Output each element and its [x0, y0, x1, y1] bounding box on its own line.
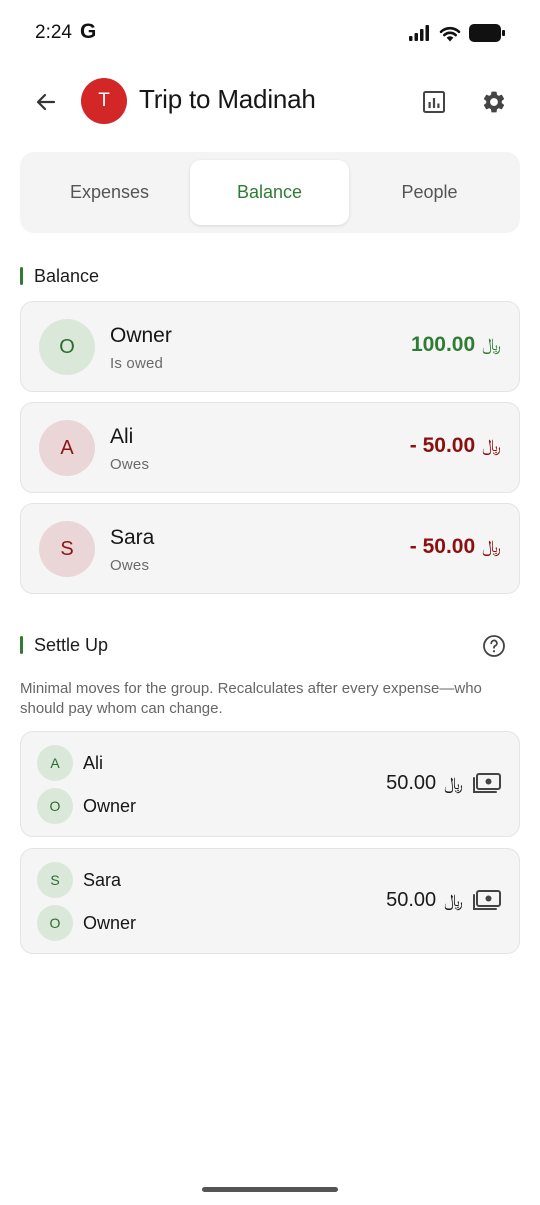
cash-payment-icon	[473, 890, 501, 910]
app-bar: T Trip to Madinah	[0, 72, 540, 132]
member-name: Owner	[110, 324, 172, 347]
riyal-currency-icon: ﷼	[482, 537, 501, 557]
payer-name: Sara	[83, 869, 122, 890]
payee-row: O Owner	[37, 788, 136, 824]
riyal-currency-icon: ﷼	[444, 890, 463, 911]
balance-status: Owes	[110, 557, 150, 574]
help-circle-icon	[483, 635, 505, 657]
member-name: Ali	[110, 425, 134, 448]
cash-payment-icon	[473, 773, 501, 793]
riyal-currency-icon: ﷼	[482, 335, 501, 355]
home-indicator[interactable]	[202, 1187, 338, 1192]
record-payment-button[interactable]	[471, 770, 503, 798]
payer-row: A Ali	[37, 745, 103, 781]
back-arrow-icon	[36, 93, 56, 111]
balance-card-ali[interactable]: A Ali Owes - 50.00 ﷼	[20, 402, 520, 493]
avatar: O	[37, 905, 73, 941]
avatar: O	[37, 788, 73, 824]
amount-value: 50.00	[386, 772, 437, 794]
stats-button[interactable]	[414, 82, 454, 122]
amount-value: - 50.00	[409, 535, 476, 558]
settle-amount: 50.00 ﷼	[386, 772, 463, 795]
avatar: S	[39, 521, 95, 577]
back-button[interactable]	[26, 82, 66, 122]
section-accent-bar	[20, 636, 23, 654]
balance-amount: - 50.00 ﷼	[410, 535, 501, 559]
member-name: Sara	[110, 526, 155, 549]
status-icons	[409, 22, 505, 44]
settle-section-title: Settle Up	[34, 634, 109, 655]
tab-bar: Expenses Balance People	[20, 152, 520, 233]
google-icon: G	[80, 20, 97, 43]
balance-amount: 100.00 ﷼	[411, 333, 501, 357]
settle-section-header: Settle Up	[20, 634, 108, 656]
balance-status: Owes	[110, 456, 150, 473]
balance-section-header: Balance	[20, 265, 99, 287]
tab-balance[interactable]: Balance	[190, 160, 349, 225]
payee-name: Owner	[83, 912, 137, 933]
balance-section-title: Balance	[34, 265, 100, 286]
tab-expenses[interactable]: Expenses	[30, 160, 189, 225]
avatar: S	[37, 862, 73, 898]
settings-button[interactable]	[474, 82, 514, 122]
amount-value: - 50.00	[409, 434, 476, 457]
riyal-currency-icon: ﷼	[482, 436, 501, 456]
gear-icon	[483, 91, 505, 113]
riyal-currency-icon: ﷼	[444, 773, 463, 794]
balance-amount: - 50.00 ﷼	[410, 434, 501, 458]
payer-name: Ali	[83, 752, 104, 773]
stats-chart-icon	[423, 91, 445, 113]
avatar: A	[39, 420, 95, 476]
section-accent-bar	[20, 267, 23, 285]
battery-icon	[469, 24, 505, 42]
settle-card-ali-owner: A Ali O Owner 50.00 ﷼	[20, 731, 520, 837]
settle-card-sara-owner: S Sara O Owner 50.00 ﷼	[20, 848, 520, 954]
settle-description: Minimal moves for the group. Recalculate…	[20, 680, 482, 717]
help-button[interactable]	[482, 634, 506, 658]
balance-status: Is owed	[110, 355, 164, 372]
payer-row: S Sara	[37, 862, 121, 898]
payee-name: Owner	[83, 795, 137, 816]
status-bar: 2:24 G	[0, 0, 540, 66]
balance-card-owner[interactable]: O Owner Is owed 100.00 ﷼	[20, 301, 520, 392]
signal-icon	[409, 25, 429, 41]
avatar: O	[39, 319, 95, 375]
status-time: 2:24	[35, 22, 72, 43]
amount-value: 50.00	[386, 889, 437, 911]
record-payment-button[interactable]	[471, 887, 503, 915]
tab-people[interactable]: People	[350, 160, 509, 225]
amount-value: 100.00	[410, 333, 476, 356]
settle-amount: 50.00 ﷼	[386, 889, 463, 912]
payee-row: O Owner	[37, 905, 136, 941]
wifi-icon	[439, 26, 461, 41]
page-title: Trip to Madinah	[139, 84, 316, 114]
trip-avatar: T	[81, 78, 127, 124]
balance-card-sara[interactable]: S Sara Owes - 50.00 ﷼	[20, 503, 520, 594]
avatar: A	[37, 745, 73, 781]
